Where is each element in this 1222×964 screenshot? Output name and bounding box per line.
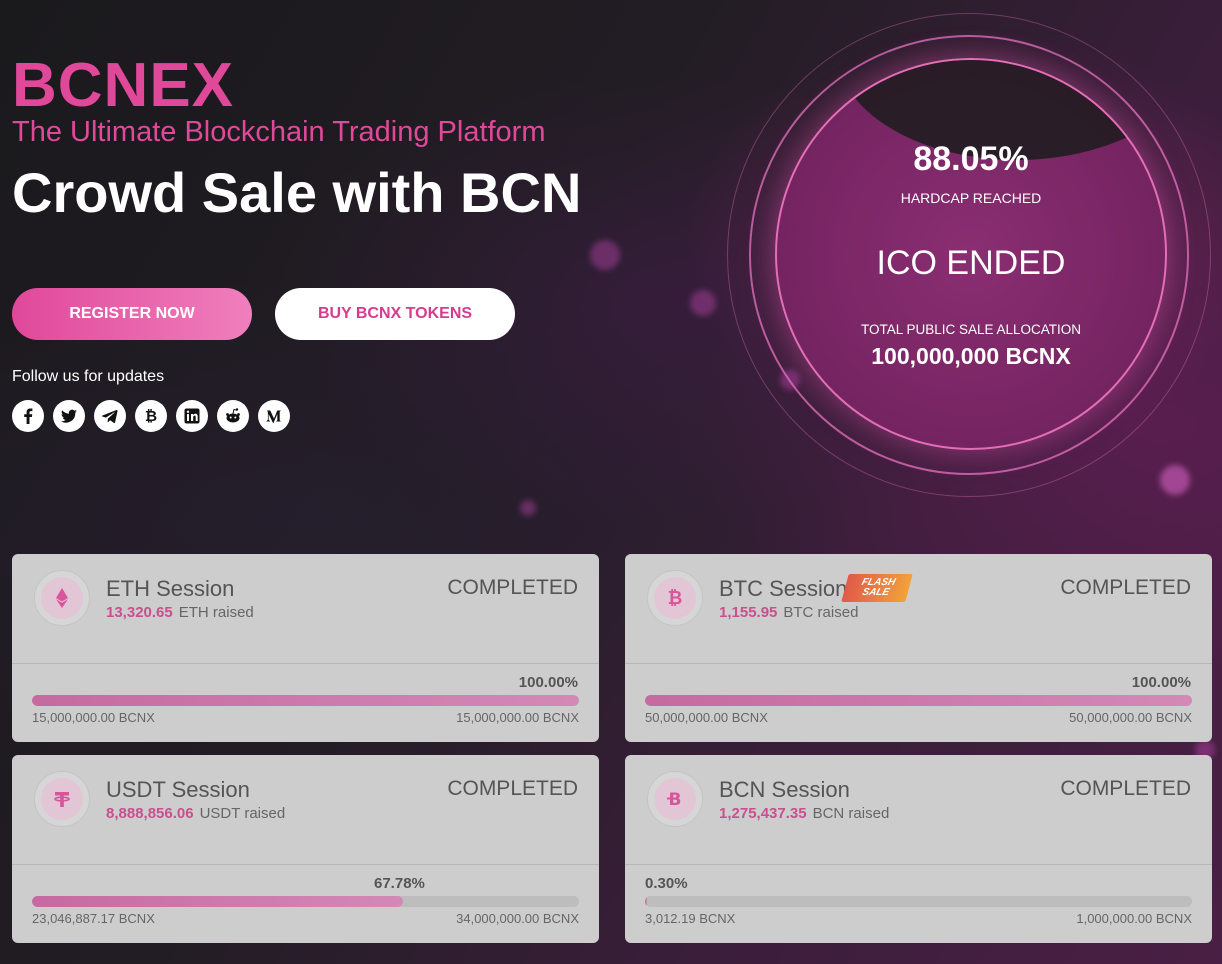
allocation-value: 100,000,000 BCNX bbox=[871, 343, 1071, 369]
brand-title: BCNEX bbox=[12, 51, 235, 120]
raised-label: ETH raised bbox=[178, 604, 254, 621]
session-percent: 0.30% bbox=[645, 875, 688, 892]
session-percent: 67.78% bbox=[374, 875, 425, 892]
hardcap-label: HARDCAP REACHED bbox=[900, 190, 1042, 206]
cap-amount: 50,000,000.00 BCNX bbox=[1069, 710, 1192, 725]
raised-info: 13,320.65 ETH raised bbox=[106, 604, 254, 621]
session-name: ETH Session bbox=[106, 576, 235, 601]
progress-bar bbox=[32, 695, 579, 706]
progress-bar-fill bbox=[645, 695, 1192, 706]
sold-amount: 23,046,887.17 BCNX bbox=[32, 911, 155, 926]
sold-amount: 3,012.19 BCNX bbox=[645, 911, 736, 926]
card-header: USDT Session 8,888,856.06 USDT raised COM… bbox=[12, 755, 599, 865]
sold-amount: 50,000,000.00 BCNX bbox=[645, 710, 768, 725]
decor-dot bbox=[590, 240, 620, 270]
svg-text:₿: ₿ bbox=[145, 407, 157, 425]
card-header: B BCN Session 1,275,437.35 BCN raised COM… bbox=[625, 755, 1212, 865]
badge-line: SALE bbox=[860, 587, 891, 598]
raised-label: USDT raised bbox=[199, 805, 286, 822]
twitter-icon[interactable] bbox=[53, 400, 85, 432]
tagline: The Ultimate Blockchain Trading Platform bbox=[12, 116, 546, 148]
register-now-button[interactable]: REGISTER NOW bbox=[12, 288, 252, 340]
bitcoin-icon[interactable]: ₿ bbox=[135, 400, 167, 432]
raised-amount: 1,155.95 bbox=[719, 604, 778, 621]
facebook-icon[interactable] bbox=[12, 400, 44, 432]
raised-info: 1,155.95 BTC raised bbox=[719, 604, 858, 621]
session-card-bcn: B BCN Session 1,275,437.35 BCN raised COM… bbox=[625, 755, 1212, 943]
decor-dot bbox=[520, 500, 536, 516]
session-name: BTC Session bbox=[719, 576, 848, 601]
telegram-icon[interactable] bbox=[94, 400, 126, 432]
buy-tokens-button[interactable]: BUY BCNX TOKENS bbox=[275, 288, 515, 340]
session-name: BCN Session bbox=[719, 777, 850, 802]
raised-label: BCN raised bbox=[812, 805, 890, 822]
flash-sale-badge: FLASH SALE bbox=[841, 574, 913, 602]
sold-amount: 15,000,000.00 BCNX bbox=[32, 710, 155, 725]
card-header: ETH Session 13,320.65 ETH raised COMPLETE… bbox=[12, 554, 599, 664]
session-percent: 100.00% bbox=[518, 674, 578, 691]
linkedin-icon[interactable] bbox=[176, 400, 208, 432]
decor-dot bbox=[1160, 465, 1190, 495]
raised-amount: 8,888,856.06 bbox=[106, 805, 194, 822]
progress-bar bbox=[645, 695, 1192, 706]
progress-bar-fill bbox=[32, 896, 403, 907]
progress-bar-fill bbox=[645, 896, 647, 907]
session-status: COMPLETED bbox=[1060, 576, 1191, 599]
svg-text:₿: ₿ bbox=[668, 588, 683, 609]
progress-bar bbox=[645, 896, 1192, 907]
svg-text:B: B bbox=[669, 790, 682, 810]
session-name: USDT Session bbox=[106, 777, 250, 802]
hardcap-percent: 88.05% bbox=[913, 140, 1029, 178]
session-card-btc: ₿ BTC Session FLASH SALE 1,155.95 BTC rais… bbox=[625, 554, 1212, 742]
progress-bar-fill bbox=[32, 695, 579, 706]
ethereum-icon bbox=[34, 570, 90, 626]
session-card-eth: ETH Session 13,320.65 ETH raised COMPLETE… bbox=[12, 554, 599, 742]
session-card-usdt: USDT Session 8,888,856.06 USDT raised COM… bbox=[12, 755, 599, 943]
session-status: COMPLETED bbox=[447, 576, 578, 599]
social-links: ₿ bbox=[12, 400, 290, 432]
medium-icon[interactable] bbox=[258, 400, 290, 432]
allocation-label: TOTAL PUBLIC SALE ALLOCATION bbox=[860, 322, 1082, 337]
ico-status: ICO ENDED bbox=[876, 244, 1066, 282]
bitcoin-icon: ₿ bbox=[647, 570, 703, 626]
card-header: ₿ BTC Session FLASH SALE 1,155.95 BTC rais… bbox=[625, 554, 1212, 664]
raised-label: BTC raised bbox=[783, 604, 859, 621]
page-headline: Crowd Sale with BCN bbox=[12, 161, 582, 224]
reddit-icon[interactable] bbox=[217, 400, 249, 432]
raised-info: 1,275,437.35 BCN raised bbox=[719, 805, 889, 822]
bytecoin-icon: B bbox=[647, 771, 703, 827]
decor-dot bbox=[690, 290, 716, 316]
progress-bar bbox=[32, 896, 579, 907]
session-status: COMPLETED bbox=[447, 777, 578, 800]
tether-icon bbox=[34, 771, 90, 827]
follow-label: Follow us for updates bbox=[12, 368, 165, 385]
raised-info: 8,888,856.06 USDT raised bbox=[106, 805, 285, 822]
cap-amount: 15,000,000.00 BCNX bbox=[456, 710, 579, 725]
cap-amount: 34,000,000.00 BCNX bbox=[456, 911, 579, 926]
raised-amount: 1,275,437.35 bbox=[719, 805, 807, 822]
cap-amount: 1,000,000.00 BCNX bbox=[1076, 911, 1192, 926]
raised-amount: 13,320.65 bbox=[106, 604, 173, 621]
session-status: COMPLETED bbox=[1060, 777, 1191, 800]
session-percent: 100.00% bbox=[1131, 674, 1191, 691]
